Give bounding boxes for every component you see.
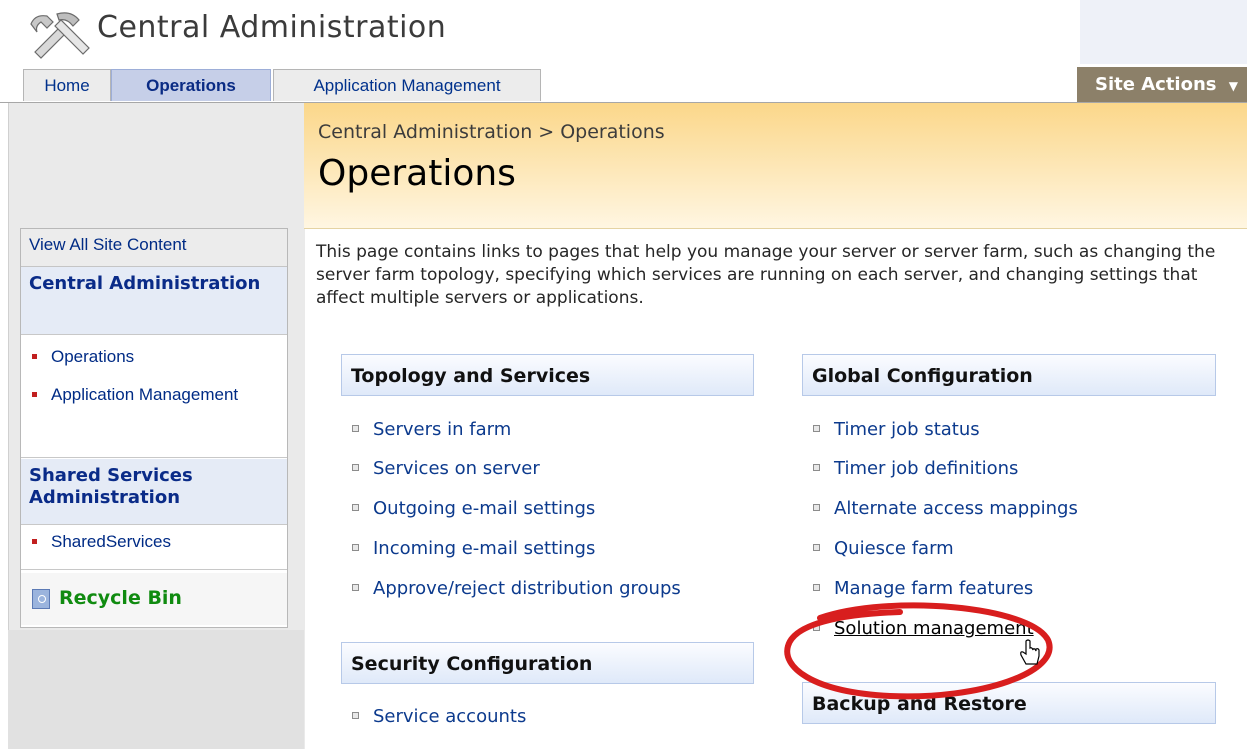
link-label: Incoming e-mail settings (373, 538, 596, 559)
quick-launch-item-label: SharedServices (51, 532, 172, 551)
title-bar: Central Administration (0, 0, 1247, 64)
bullet-square-icon (352, 425, 359, 432)
quick-launch-item-application-management[interactable]: Application Management (21, 384, 287, 406)
link-services-on-server[interactable]: Services on server (352, 458, 540, 479)
site-title[interactable]: Central Administration (97, 10, 446, 45)
divider (21, 457, 287, 458)
tab-operations[interactable]: Operations (111, 69, 271, 101)
breadcrumb-current: Operations (560, 121, 665, 143)
annotation-circle (784, 602, 1053, 700)
link-label: Timer job status (834, 419, 980, 440)
site-actions-label: Site Actions (1095, 74, 1217, 95)
quick-launch-item-label: Application Management (51, 385, 239, 404)
link-label: Service accounts (373, 706, 527, 727)
link-alternate-access-mappings[interactable]: Alternate access mappings (813, 498, 1078, 519)
bullet-square-icon (813, 464, 820, 471)
link-outgoing-email-settings[interactable]: Outgoing e-mail settings (352, 498, 595, 519)
bullet-icon (32, 539, 37, 544)
link-label: Outgoing e-mail settings (373, 498, 596, 519)
link-manage-farm-features[interactable]: Manage farm features (813, 578, 1033, 599)
link-label: Timer job definitions (834, 458, 1019, 479)
bullet-square-icon (813, 544, 820, 551)
page-header: Central Administration > Operations Operat… (304, 103, 1247, 229)
link-label: Quiesce farm (834, 538, 954, 559)
recycle-bin-icon (32, 589, 50, 609)
hand-cursor-icon (1020, 639, 1040, 665)
recycle-bin-label: Recycle Bin (59, 587, 182, 609)
section-header-security-configuration: Security Configuration (341, 642, 754, 684)
page-description: This page contains links to pages that h… (316, 242, 1216, 308)
breadcrumb: Central Administration > Operations (318, 121, 665, 143)
link-label: Approve/reject distribution groups (373, 578, 681, 599)
chevron-down-icon: ▼ (1228, 79, 1238, 93)
link-label: Servers in farm (373, 419, 512, 440)
bullet-square-icon (352, 464, 359, 471)
quick-launch-item-sharedservices[interactable]: SharedServices (21, 531, 287, 553)
bullet-icon (32, 354, 37, 359)
bullet-square-icon (813, 504, 820, 511)
link-timer-job-definitions[interactable]: Timer job definitions (813, 458, 1018, 479)
site-actions-menu[interactable]: Site Actions ▼ (1077, 67, 1247, 102)
bullet-square-icon (813, 584, 820, 591)
quick-launch-header-central-administration[interactable]: Central Administration (21, 267, 287, 335)
bullet-square-icon (352, 504, 359, 511)
tab-home[interactable]: Home (23, 69, 111, 101)
link-quiesce-farm[interactable]: Quiesce farm (813, 538, 954, 559)
breadcrumb-link-central-administration[interactable]: Central Administration (318, 121, 532, 143)
quick-launch: View All Site Content Central Administra… (20, 228, 288, 628)
quick-launch-item-operations[interactable]: Operations (21, 346, 287, 368)
quick-launch-header-shared-services-administration[interactable]: Shared Services Administration (21, 459, 287, 525)
top-navigation: Home Operations Application Management S… (0, 64, 1247, 103)
link-timer-job-status[interactable]: Timer job status (813, 419, 980, 440)
link-service-accounts[interactable]: Service accounts (352, 706, 526, 727)
section-header-global-configuration: Global Configuration (802, 354, 1216, 396)
divider (21, 569, 287, 570)
bullet-icon (32, 392, 37, 397)
bullet-square-icon (813, 425, 820, 432)
bullet-square-icon (352, 544, 359, 551)
section-header-topology-and-services: Topology and Services (341, 354, 754, 396)
breadcrumb-separator: > (538, 121, 555, 143)
link-label: Alternate access mappings (834, 498, 1078, 519)
bullet-square-icon (352, 584, 359, 591)
link-label: Services on server (373, 458, 540, 479)
link-servers-in-farm[interactable]: Servers in farm (352, 419, 511, 440)
tab-application-management[interactable]: Application Management (273, 69, 541, 101)
link-incoming-email-settings[interactable]: Incoming e-mail settings (352, 538, 595, 559)
bullet-square-icon (352, 712, 359, 719)
view-all-site-content-link[interactable]: View All Site Content (21, 229, 287, 267)
tools-logo-icon (30, 12, 90, 59)
left-navigation-footer (8, 630, 304, 749)
link-label: Manage farm features (834, 578, 1034, 599)
link-approve-reject-distribution-groups[interactable]: Approve/reject distribution groups (352, 578, 681, 599)
recycle-bin-link[interactable]: Recycle Bin (21, 573, 287, 625)
page-title: Operations (318, 153, 516, 194)
quick-launch-item-label: Operations (51, 347, 135, 366)
title-bar-fade (1080, 0, 1247, 64)
